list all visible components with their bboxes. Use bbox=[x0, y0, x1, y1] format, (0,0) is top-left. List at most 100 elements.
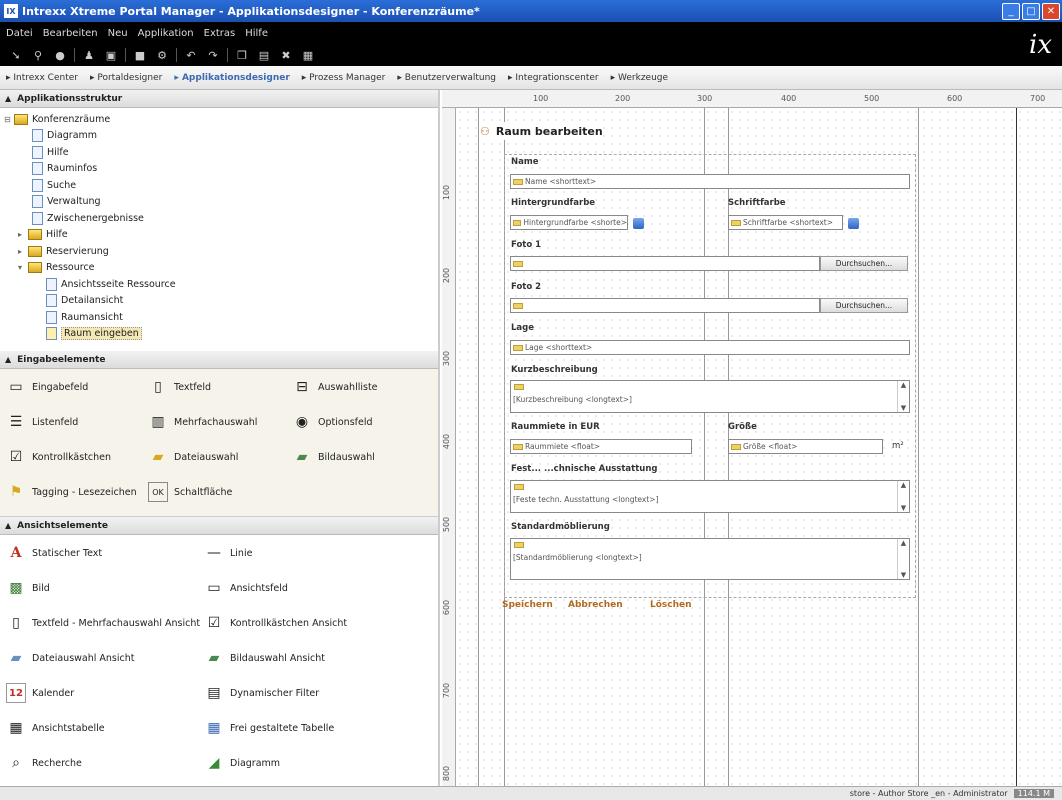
structure-header[interactable]: ▲ Applikationsstruktur bbox=[0, 90, 438, 108]
scrollbar[interactable]: ▲ ▼ bbox=[897, 481, 909, 512]
pointer-icon[interactable]: ➘ bbox=[8, 47, 24, 63]
palette-dynamischer-filter[interactable]: ▤ Dynamischer Filter bbox=[204, 683, 319, 703]
palette-bild[interactable]: ▩ Bild bbox=[6, 578, 49, 598]
tree-root[interactable]: ⊟ Konferenzräume bbox=[0, 111, 438, 128]
scrollbar[interactable]: ▲ ▼ bbox=[897, 539, 909, 579]
globe-icon[interactable]: ● bbox=[52, 47, 68, 63]
save-button[interactable]: Speichern bbox=[502, 600, 553, 610]
tree-group[interactable]: ▸ Hilfe bbox=[0, 227, 438, 244]
disk-icon[interactable]: ■ bbox=[132, 47, 148, 63]
delete-button[interactable]: Löschen bbox=[650, 600, 692, 610]
palette-linie[interactable]: — Linie bbox=[204, 543, 252, 563]
scrollbar[interactable]: ▲ ▼ bbox=[897, 381, 909, 412]
undo-icon[interactable]: ↶ bbox=[183, 47, 199, 63]
collapse-icon[interactable]: ▾ bbox=[18, 263, 28, 272]
tree-group[interactable]: ▾ Ressource bbox=[0, 260, 438, 277]
nav-werkzeuge[interactable]: ▸ Werkzeuge bbox=[611, 73, 668, 83]
palette-optionsfeld[interactable]: ◉ Optionsfeld bbox=[292, 412, 373, 432]
palette-statischer-text[interactable]: A Statischer Text bbox=[6, 543, 103, 563]
input-foto2[interactable] bbox=[510, 298, 820, 313]
ansicht-header[interactable]: ▲ Ansichtselemente bbox=[0, 517, 438, 535]
palette-textfeld-mehrfach[interactable]: ▯ Textfeld - Mehrfachauswahl Ansicht bbox=[6, 613, 200, 633]
nav-integrationscenter[interactable]: ▸ Integrationscenter bbox=[508, 73, 599, 83]
tree-item[interactable]: Raumansicht bbox=[0, 309, 438, 326]
tree-item[interactable]: Suche bbox=[0, 177, 438, 194]
nav-applikationsdesigner[interactable]: ▸ Applikationsdesigner bbox=[174, 73, 289, 83]
menu-applikation[interactable]: Applikation bbox=[138, 28, 194, 39]
palette-mehrfachauswahl[interactable]: ▥ Mehrfachauswahl bbox=[148, 412, 257, 432]
color-picker-icon[interactable] bbox=[848, 218, 859, 229]
maximize-button[interactable]: □ bbox=[1022, 2, 1040, 20]
palette-tagging[interactable]: ⚑ Tagging - Lesezeichen bbox=[6, 482, 137, 502]
cancel-button[interactable]: Abbrechen bbox=[568, 600, 623, 610]
eingabe-header[interactable]: ▲ Eingabeelemente bbox=[0, 351, 438, 369]
memory-indicator[interactable]: 114.1 M bbox=[1013, 789, 1054, 798]
connect-icon[interactable]: ⚲ bbox=[30, 47, 46, 63]
expand-icon[interactable]: ▸ bbox=[18, 247, 28, 256]
menu-neu[interactable]: Neu bbox=[108, 28, 128, 39]
delete-icon[interactable]: ✖ bbox=[278, 47, 294, 63]
color-picker-icon[interactable] bbox=[633, 218, 644, 229]
scroll-up-icon[interactable]: ▲ bbox=[901, 481, 906, 489]
browse-button-foto2[interactable]: Durchsuchen... bbox=[820, 298, 908, 313]
palette-frei-gestaltete-tabelle[interactable]: ▦ Frei gestaltete Tabelle bbox=[204, 718, 334, 738]
scroll-down-icon[interactable]: ▼ bbox=[901, 571, 906, 579]
palette-textfeld[interactable]: ▯ Textfeld bbox=[148, 377, 211, 397]
palette-ansichtsfeld[interactable]: ▭ Ansichtsfeld bbox=[204, 578, 288, 598]
users-icon[interactable]: ♟ bbox=[81, 47, 97, 63]
palette-dateiauswahl[interactable]: ▰ Dateiauswahl bbox=[148, 447, 239, 467]
input-raummiete[interactable]: Raummiete <float> bbox=[510, 439, 692, 454]
settings-icon[interactable]: ⚙ bbox=[154, 47, 170, 63]
properties-icon[interactable]: ▦ bbox=[300, 47, 316, 63]
palette-diagramm[interactable]: ◢ Diagramm bbox=[204, 753, 280, 773]
palette-ansichtstabelle[interactable]: ▦ Ansichtstabelle bbox=[6, 718, 104, 738]
nav-portaldesigner[interactable]: ▸ Portaldesigner bbox=[90, 73, 162, 83]
palette-schaltflaeche[interactable]: OK Schaltfläche bbox=[148, 482, 232, 502]
palette-kalender[interactable]: 12 Kalender bbox=[6, 683, 74, 703]
nav-intrexx-center[interactable]: ▸ Intrexx Center bbox=[6, 73, 78, 83]
expand-icon[interactable]: ▸ bbox=[18, 230, 28, 239]
textarea-feste-ausstattung[interactable]: [Feste techn. Ausstattung <longtext>] ▲ ▼ bbox=[510, 480, 910, 513]
input-hintergrundfarbe[interactable]: Hintergrundfarbe <shorte> bbox=[510, 215, 628, 230]
tree-item[interactable]: Diagramm bbox=[0, 128, 438, 145]
scroll-down-icon[interactable]: ▼ bbox=[901, 504, 906, 512]
palette-bildauswahl[interactable]: ▰ Bildauswahl bbox=[292, 447, 375, 467]
menu-bearbeiten[interactable]: Bearbeiten bbox=[43, 28, 98, 39]
tree-item-selected[interactable]: Raum eingeben bbox=[0, 326, 438, 343]
scroll-up-icon[interactable]: ▲ bbox=[901, 539, 906, 547]
tree-item[interactable]: Verwaltung bbox=[0, 194, 438, 211]
browse-button-foto1[interactable]: Durchsuchen... bbox=[820, 256, 908, 271]
menu-hilfe[interactable]: Hilfe bbox=[245, 28, 268, 39]
input-groesse[interactable]: Größe <float> bbox=[728, 439, 883, 454]
palette-dateiauswahl-ansicht[interactable]: ▰ Dateiauswahl Ansicht bbox=[6, 648, 135, 668]
paste-icon[interactable]: ▤ bbox=[256, 47, 272, 63]
textarea-standardmoeblierung[interactable]: [Standardmöblierung <longtext>] ▲ ▼ bbox=[510, 538, 910, 580]
nav-prozess-manager[interactable]: ▸ Prozess Manager bbox=[302, 73, 386, 83]
save-icon[interactable]: ▣ bbox=[103, 47, 119, 63]
palette-eingabefeld[interactable]: ▭ Eingabefeld bbox=[6, 377, 88, 397]
menu-extras[interactable]: Extras bbox=[204, 28, 236, 39]
tree-item[interactable]: Zwischenergebnisse bbox=[0, 210, 438, 227]
copy-icon[interactable]: ❐ bbox=[234, 47, 250, 63]
tree-item[interactable]: Hilfe bbox=[0, 144, 438, 161]
palette-bildauswahl-ansicht[interactable]: ▰ Bildauswahl Ansicht bbox=[204, 648, 325, 668]
scroll-up-icon[interactable]: ▲ bbox=[901, 381, 906, 389]
tree-item[interactable]: Detailansicht bbox=[0, 293, 438, 310]
menu-datei[interactable]: Datei bbox=[6, 28, 33, 39]
scroll-down-icon[interactable]: ▼ bbox=[901, 404, 906, 412]
tree-item[interactable]: Rauminfos bbox=[0, 161, 438, 178]
input-foto1[interactable] bbox=[510, 256, 820, 271]
palette-listenfeld[interactable]: ☰ Listenfeld bbox=[6, 412, 79, 432]
input-lage[interactable]: Lage <shorttext> bbox=[510, 340, 910, 355]
redo-icon[interactable]: ↷ bbox=[205, 47, 221, 63]
textarea-kurzbeschreibung[interactable]: [Kurzbeschreibung <longtext>] ▲ ▼ bbox=[510, 380, 910, 413]
palette-kontrollkaestchen[interactable]: ☑ Kontrollkästchen bbox=[6, 447, 111, 467]
palette-kontrollkaestchen-ansicht[interactable]: ☑ Kontrollkästchen Ansicht bbox=[204, 613, 347, 633]
palette-auswahlliste[interactable]: ⊟ Auswahlliste bbox=[292, 377, 377, 397]
expand-icon[interactable]: ⊟ bbox=[4, 115, 14, 124]
palette-recherche[interactable]: ⌕ Recherche bbox=[6, 753, 82, 773]
minimize-button[interactable]: _ bbox=[1002, 2, 1020, 20]
nav-benutzerverwaltung[interactable]: ▸ Benutzerverwaltung bbox=[397, 73, 496, 83]
close-button[interactable]: ✕ bbox=[1042, 2, 1060, 20]
tree-item[interactable]: Ansichtsseite Ressource bbox=[0, 276, 438, 293]
